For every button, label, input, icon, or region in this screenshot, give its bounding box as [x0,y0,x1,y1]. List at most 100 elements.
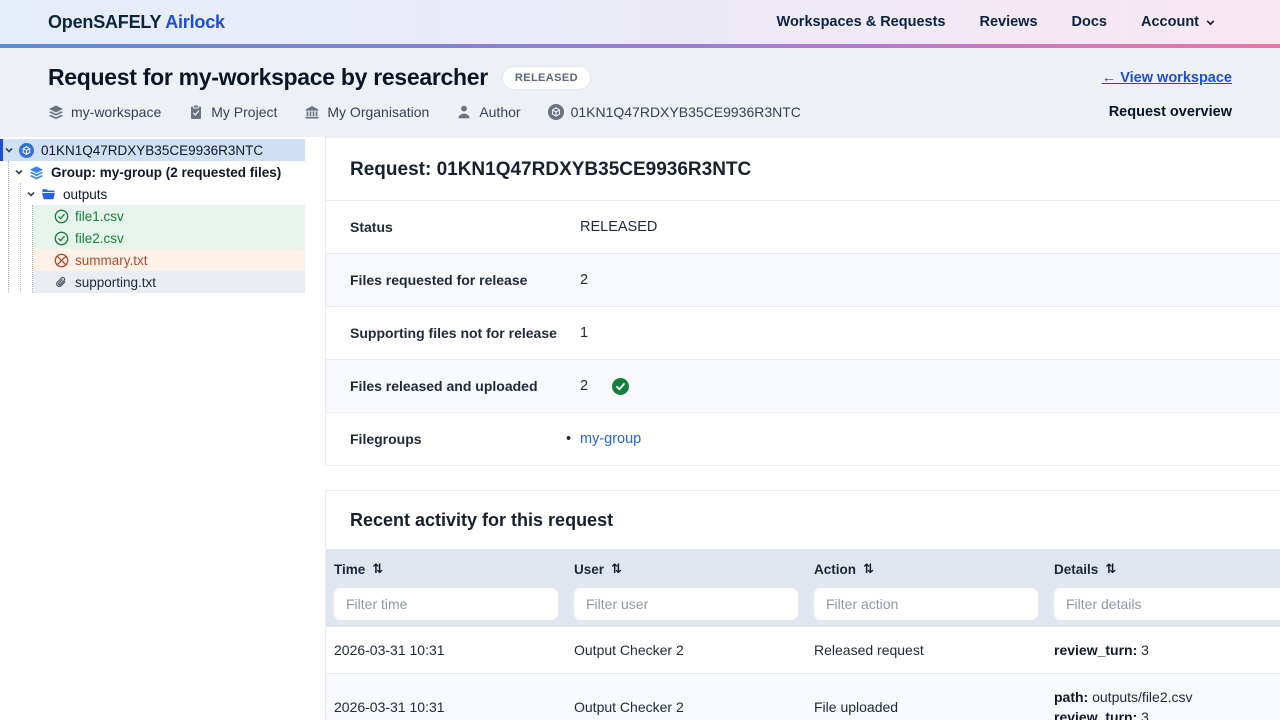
activity-row: 2026-03-31 10:31 Output Checker 2 Releas… [326,626,1280,673]
summary-value: RELEASED [580,219,657,235]
summary-row-files-released: Files released and uploaded 2 [326,359,1280,412]
filter-action-input[interactable] [813,587,1039,621]
organisation-icon [304,104,320,120]
summary-row-files-requested: Files requested for release 2 [326,253,1280,306]
activity-heading: Recent activity for this request [326,491,1280,549]
check-filled-icon [612,378,629,395]
cell-action: Released request [806,627,1046,673]
request-cube-icon [548,104,564,120]
chevron-down-icon [1205,17,1216,28]
nav-account-menu[interactable]: Account [1141,14,1216,30]
meta-project-label: My Project [211,104,277,120]
column-header-time: Time ⇅ [326,549,566,578]
cell-time: 2026-03-31 10:31 [326,684,566,720]
clipboard-icon [188,104,204,120]
tree-item-file1[interactable]: file1.csv [33,205,305,227]
detail-key: review_turn: [1054,642,1137,658]
meta-project: My Project [188,104,277,120]
nav-reviews[interactable]: Reviews [979,14,1037,30]
summary-label: Supporting files not for release [350,325,580,341]
brand-part-2: Airlock [165,12,225,32]
summary-value: • my-group [580,431,641,447]
detail-key: path: [1054,689,1088,705]
detail-value: 3 [1141,642,1149,658]
summary-value: 2 [580,378,588,394]
summary-label: Status [350,219,580,235]
tree-item-label: supporting.txt [75,275,156,290]
view-workspace-link[interactable]: ← View workspace [1102,70,1232,86]
tree-item-label: outputs [63,187,107,202]
request-heading: Request: 01KN1Q47RDXYB35CE9936R3NTC [326,138,1280,200]
meta-workspace: my-workspace [48,104,161,120]
request-summary-card: Request: 01KN1Q47RDXYB35CE9936R3NTC Stat… [325,137,1280,466]
paperclip-icon [54,275,69,290]
activity-row: 2026-03-31 10:31 Output Checker 2 File u… [326,673,1280,720]
filter-user-input[interactable] [573,587,799,621]
meta-author-label: Author [479,104,520,120]
layers-icon [29,165,44,180]
tree-item-label: summary.txt [75,253,148,268]
filegroup-link[interactable]: my-group [580,431,641,447]
bullet: • [566,431,571,447]
meta-author: Author [456,104,520,120]
sort-icon[interactable]: ⇅ [1105,562,1116,577]
tree-item-group[interactable]: Group: my-group (2 requested files) [0,161,305,183]
chevron-down-icon[interactable] [26,189,36,199]
meta-organisation: My Organisation [304,104,429,120]
summary-row-supporting-files: Supporting files not for release 1 [326,306,1280,359]
meta-workspace-label: my-workspace [71,104,161,120]
summary-value: 2 [580,272,588,288]
activity-table-head: Time ⇅ User ⇅ Action ⇅ Details ⇅ [326,549,1280,626]
nav-workspaces-requests[interactable]: Workspaces & Requests [777,14,946,30]
brand-part-1: OpenSAFELY [48,12,161,32]
tree-item-label: 01KN1Q47RDXYB35CE9936R3NTC [41,143,263,158]
column-header-details: Details ⇅ [1046,549,1280,578]
sort-icon[interactable]: ⇅ [863,562,874,577]
chevron-down-icon[interactable] [14,167,24,177]
chevron-down-icon[interactable] [4,145,14,155]
file-tree-sidebar: 01KN1Q47RDXYB35CE9936R3NTC Group: my-gro… [0,137,305,720]
meta-request-id-label: 01KN1Q47RDXYB35CE9936R3NTC [571,104,801,120]
cell-user: Output Checker 2 [566,684,806,720]
x-circle-icon [54,253,69,268]
cell-time: 2026-03-31 10:31 [326,627,566,673]
meta-organisation-label: My Organisation [327,104,429,120]
tree-item-summary[interactable]: summary.txt [33,249,305,271]
nav-docs[interactable]: Docs [1072,14,1107,30]
recent-activity-card: Recent activity for this request Time ⇅ … [325,490,1280,720]
page-title: Request for my-workspace by researcher [48,64,488,91]
summary-label: Files requested for release [350,272,580,288]
sort-icon[interactable]: ⇅ [372,562,383,577]
cell-details: path: outputs/file2.csv review_turn: 3 [1046,674,1280,720]
layers-icon [48,104,64,120]
page-header: Request for my-workspace by researcher R… [0,48,1280,137]
tree-item-label: file2.csv [75,231,124,246]
column-label: User [574,562,604,577]
column-header-action: Action ⇅ [806,549,1046,578]
brand-logo[interactable]: OpenSAFELY Airlock [48,12,225,33]
column-label: Time [334,562,365,577]
tree-item-outputs-folder[interactable]: outputs [0,183,305,205]
filter-time-input[interactable] [333,587,559,621]
cell-user: Output Checker 2 [566,627,806,673]
tree-item-file2[interactable]: file2.csv [33,227,305,249]
request-meta: my-workspace My Project My Organisation … [48,104,801,120]
detail-key: review_turn: [1054,709,1137,720]
tree-item-supporting[interactable]: supporting.txt [33,271,305,293]
top-navigation: OpenSAFELY Airlock Workspaces & Requests… [0,0,1280,44]
column-label: Action [814,562,856,577]
nav-account-label: Account [1141,14,1199,30]
summary-row-status: Status RELEASED [326,200,1280,253]
check-circle-icon [54,231,69,246]
tree-item-request[interactable]: 01KN1Q47RDXYB35CE9936R3NTC [0,139,305,161]
detail-value: 3 [1141,709,1149,720]
summary-label: Files released and uploaded [350,378,580,394]
column-label: Details [1054,562,1098,577]
status-badge: RELEASED [502,66,591,90]
tree-item-label: Group: my-group (2 requested files) [51,165,281,180]
sort-icon[interactable]: ⇅ [611,562,622,577]
filter-details-input[interactable] [1053,587,1280,621]
check-circle-icon [54,209,69,224]
meta-request-id: 01KN1Q47RDXYB35CE9936R3NTC [548,104,801,120]
cell-details: review_turn: 3 [1046,627,1280,673]
